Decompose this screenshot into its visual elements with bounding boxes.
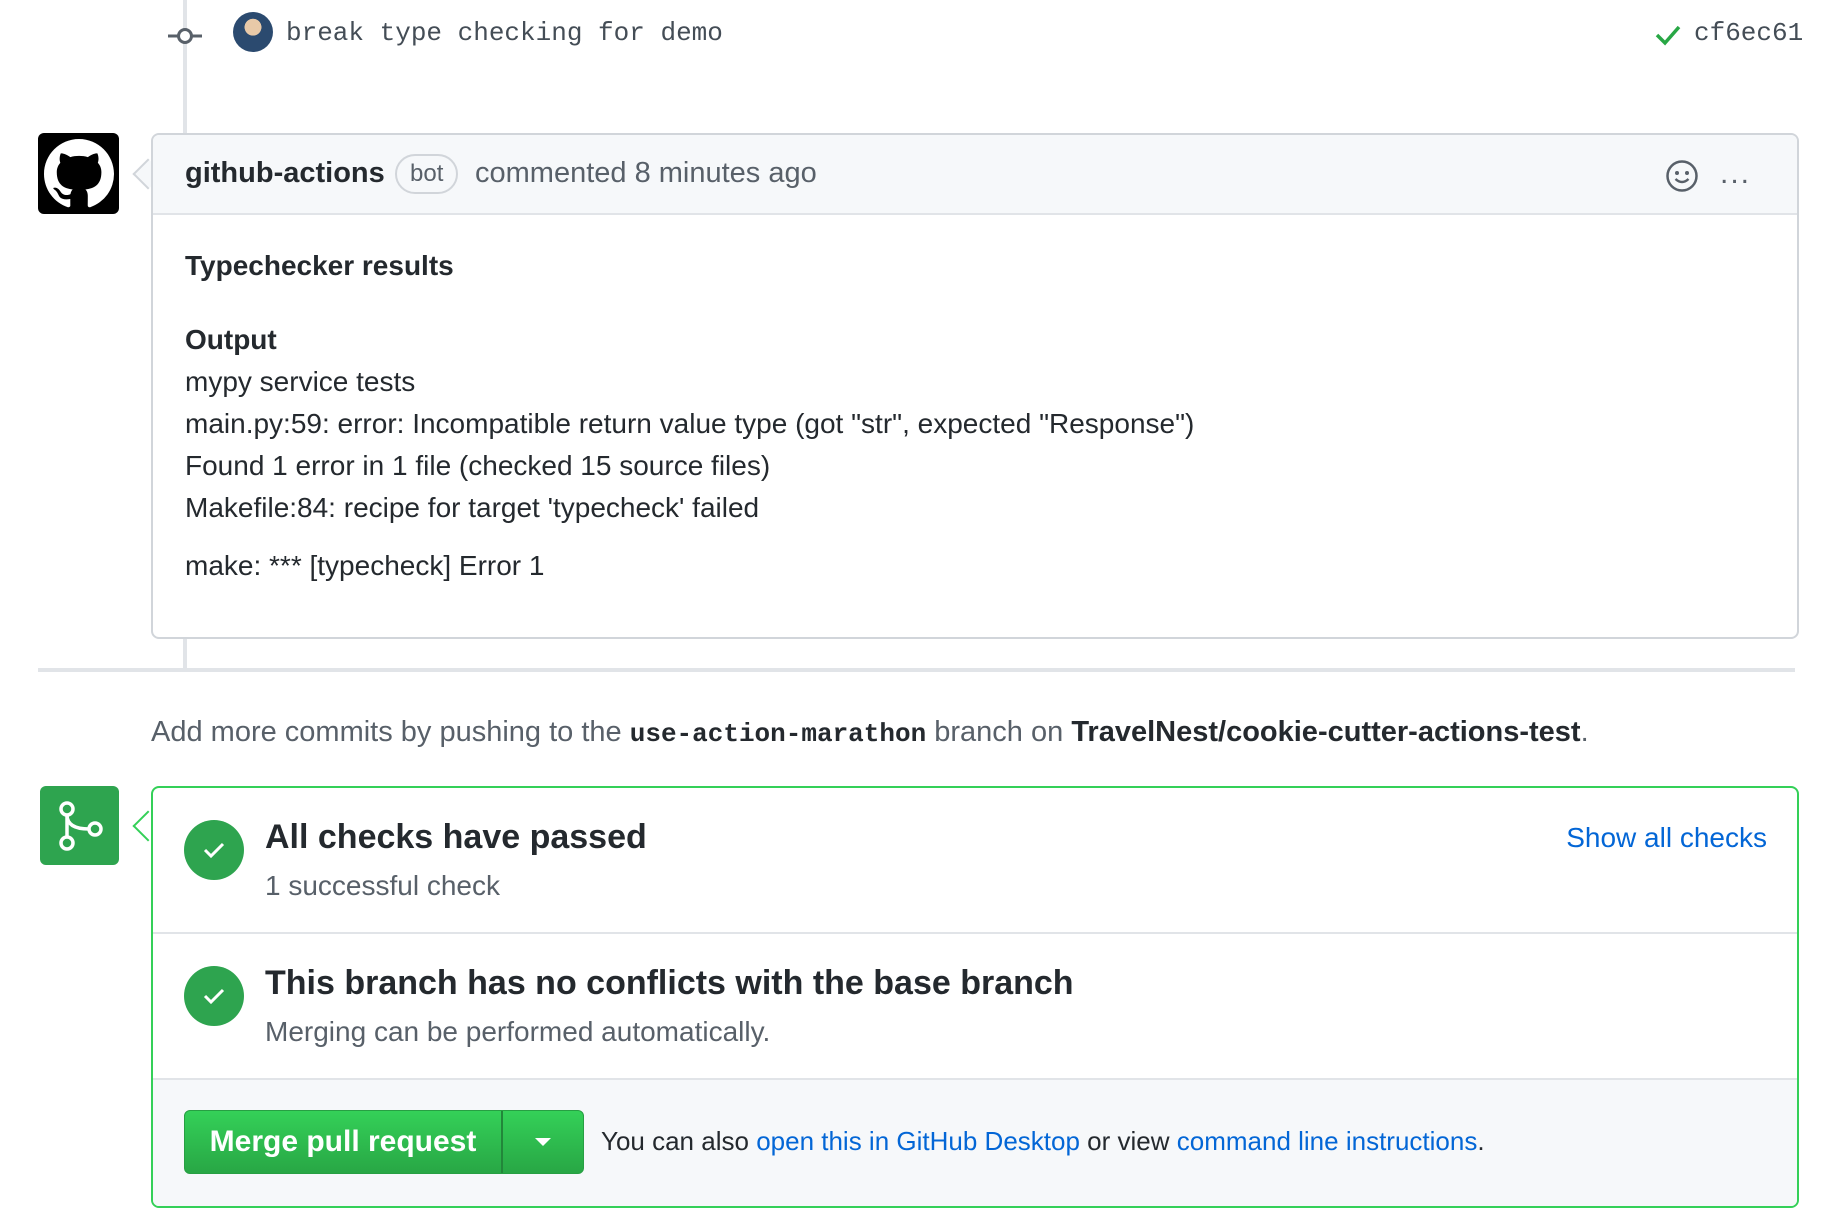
no-conflicts-icon <box>184 966 244 1026</box>
checks-section: All checks have passed 1 successful chec… <box>153 788 1797 934</box>
merge-actions-section: Merge pull request You can also open thi… <box>153 1080 1797 1206</box>
output-line: Found 1 error in 1 file (checked 15 sour… <box>185 450 771 481</box>
push-note-suffix: . <box>1580 716 1589 748</box>
pull-request-timeline: break type checking for demo cf6ec61 git… <box>0 0 1832 1220</box>
git-merge-icon <box>40 786 119 865</box>
open-github-desktop-link[interactable]: open this in GitHub Desktop <box>756 1126 1080 1156</box>
commit-message-link[interactable]: break type checking for demo <box>286 18 723 48</box>
caret-down-icon <box>535 1138 551 1146</box>
output-line: mypy service tests <box>185 366 416 397</box>
merge-pull-request-button[interactable]: Merge pull request <box>185 1111 503 1173</box>
merge-box: All checks have passed 1 successful chec… <box>151 786 1799 1208</box>
checks-title: All checks have passed <box>265 818 647 856</box>
conflicts-title: This branch has no conflicts with the ba… <box>265 964 1074 1002</box>
comment-timestamp[interactable]: commented 8 minutes ago <box>475 157 817 190</box>
checks-subtitle: 1 successful check <box>265 870 500 901</box>
timeline-divider <box>38 668 1795 672</box>
branch-icon <box>58 800 103 851</box>
output-heading: Output <box>185 324 277 355</box>
conflicts-subtitle: Merging can be performed automatically. <box>265 1016 771 1047</box>
check-icon[interactable] <box>1654 22 1682 48</box>
push-commits-note: Add more commits by pushing to the use-a… <box>151 716 1589 749</box>
bot-badge: bot <box>395 154 459 194</box>
commit-sha-link[interactable]: cf6ec61 <box>1694 18 1803 48</box>
repo-name: TravelNest/cookie-cutter-actions-test <box>1071 716 1581 748</box>
comment-body: Typechecker results Output mypy service … <box>185 245 1194 587</box>
merge-button-group: Merge pull request <box>184 1110 584 1174</box>
hint-prefix: You can also <box>601 1126 749 1156</box>
checks-passed-icon <box>184 820 244 880</box>
comment-header: github-actions bot commented 8 minutes a… <box>153 135 1797 215</box>
merge-method-dropdown[interactable] <box>503 1111 583 1173</box>
more-options-icon[interactable]: ... <box>1720 157 1751 191</box>
comment-author-link[interactable]: github-actions <box>185 157 385 190</box>
github-actions-avatar[interactable] <box>38 133 119 214</box>
comment-title: Typechecker results <box>185 250 454 281</box>
push-note-prefix: Add more commits by pushing to the <box>151 716 622 748</box>
push-note-middle: branch on <box>934 716 1064 748</box>
hint-suffix: . <box>1477 1126 1485 1156</box>
commit-icon <box>168 28 202 44</box>
comment-box: github-actions bot commented 8 minutes a… <box>151 133 1799 639</box>
output-line: make: *** [typecheck] Error 1 <box>185 550 545 581</box>
add-reaction-icon[interactable] <box>1665 159 1699 193</box>
hint-middle: or view <box>1087 1126 1170 1156</box>
merge-hint: You can also open this in GitHub Desktop… <box>601 1126 1485 1157</box>
branch-name: use-action-marathon <box>629 719 927 749</box>
conflicts-section: This branch has no conflicts with the ba… <box>153 934 1797 1080</box>
commit-author-avatar[interactable] <box>233 12 273 52</box>
output-line: Makefile:84: recipe for target 'typechec… <box>185 492 760 523</box>
show-all-checks-link[interactable]: Show all checks <box>1566 822 1767 854</box>
output-line: main.py:59: error: Incompatible return v… <box>185 408 1195 439</box>
command-line-instructions-link[interactable]: command line instructions <box>1177 1126 1478 1156</box>
github-logo-icon <box>43 138 114 207</box>
